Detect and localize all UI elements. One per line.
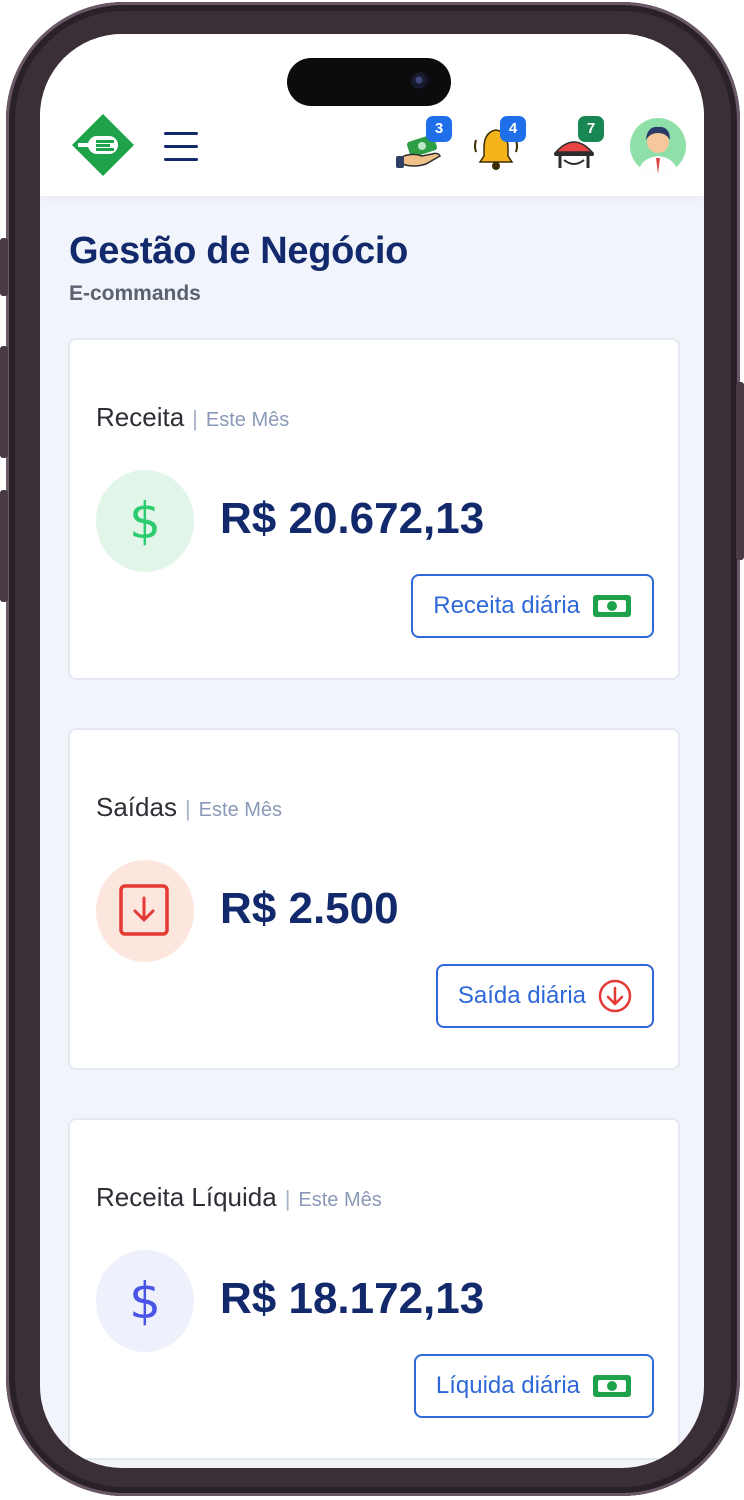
phone-side-button xyxy=(0,346,8,458)
card-period: Este Mês xyxy=(298,1189,382,1211)
bell-icon[interactable]: 4 xyxy=(470,116,526,174)
divider: | xyxy=(184,796,191,821)
card-title-text: Receita Líquida xyxy=(96,1182,277,1212)
button-label: Saída diária xyxy=(457,982,586,1009)
card-value: R$ 2.500 xyxy=(220,884,399,933)
net-revenue-card: Receita Líquida | Este Mês $ R$ 18.172,13 … xyxy=(68,1118,680,1460)
card-period: Este Mês xyxy=(205,409,290,431)
arrow-down-box-icon xyxy=(96,860,194,962)
svg-text:$: $ xyxy=(129,492,161,550)
camera-icon xyxy=(411,72,431,92)
dynamic-island xyxy=(287,58,451,106)
card-title: Receita Líquida | Este Mês xyxy=(96,1182,382,1213)
money-hand-icon[interactable]: 3 xyxy=(396,116,452,174)
daily-net-button[interactable]: Líquida diária xyxy=(413,1354,654,1418)
page-subtitle: E-commands xyxy=(69,282,201,305)
expenses-card: Saídas | Este Mês R$ 2.500 Saída diária xyxy=(68,728,680,1070)
daily-revenue-button[interactable]: Receita diária xyxy=(411,574,654,638)
svg-text:$: $ xyxy=(129,1272,161,1330)
brand-logo-icon[interactable] xyxy=(70,112,136,178)
card-period: Este Mês xyxy=(198,799,283,821)
card-title-text: Receita xyxy=(96,402,185,432)
dollar-icon: $ xyxy=(96,470,194,572)
notification-badge: 3 xyxy=(426,116,452,142)
phone-side-button xyxy=(0,238,8,296)
card-title: Saídas | Este Mês xyxy=(96,792,282,823)
card-value: R$ 20.672,13 xyxy=(220,494,485,543)
card-value: R$ 18.172,13 xyxy=(220,1274,485,1323)
cash-icon xyxy=(593,1375,631,1397)
card-title-text: Saídas xyxy=(96,792,177,822)
notification-badge: 7 xyxy=(578,116,604,142)
cash-icon xyxy=(593,595,631,617)
app-screen: 3 4 7 Gestão de Negócio E-commands Recei… xyxy=(40,34,704,1468)
phone-side-button xyxy=(736,382,744,560)
notification-badge: 4 xyxy=(500,116,526,142)
divider: | xyxy=(284,1186,291,1211)
button-label: Líquida diária xyxy=(435,1372,580,1399)
arrow-down-circle-icon xyxy=(598,979,632,1013)
dollar-icon: $ xyxy=(96,1250,194,1352)
page-title: Gestão de Negócio xyxy=(69,230,409,272)
card-title: Receita | Este Mês xyxy=(96,402,289,433)
user-avatar[interactable] xyxy=(630,118,686,174)
button-label: Receita diária xyxy=(433,592,580,619)
phone-side-button xyxy=(0,490,8,602)
divider: | xyxy=(192,406,198,431)
daily-expense-button[interactable]: Saída diária xyxy=(435,964,654,1028)
waiter-cloche-icon[interactable]: 7 xyxy=(548,116,604,174)
revenue-card: Receita | Este Mês $ R$ 20.672,13 Receita … xyxy=(68,338,680,680)
hamburger-menu-icon[interactable] xyxy=(164,132,198,162)
